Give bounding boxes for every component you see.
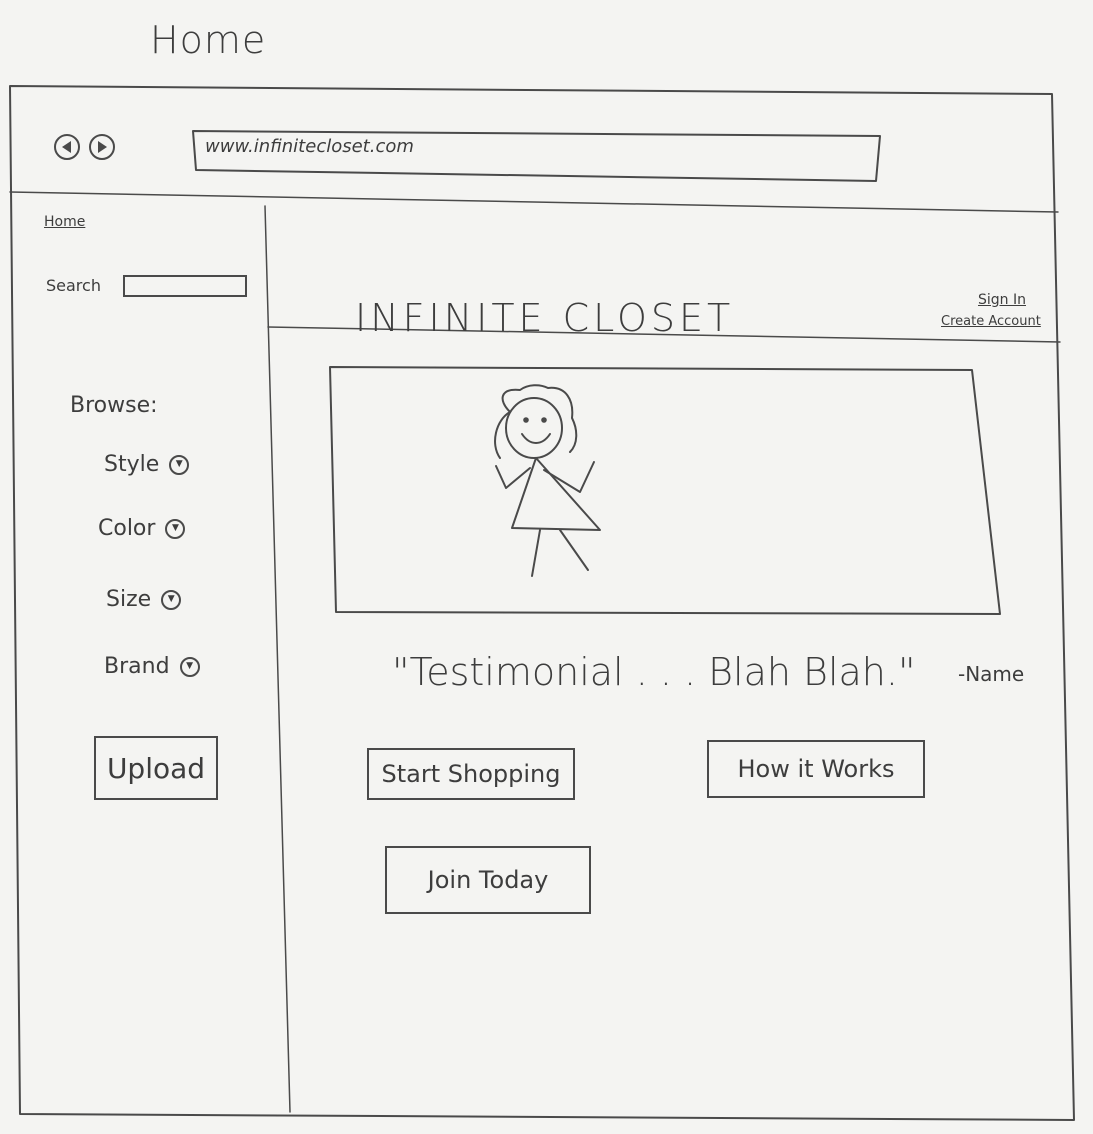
join-today-button[interactable]: Join Today	[385, 846, 591, 914]
search-input[interactable]	[123, 275, 247, 297]
dropdown-arrow-icon[interactable]: ▼	[165, 518, 186, 539]
filter-label: Size	[106, 587, 152, 612]
site-logo[interactable]: INFINITE CLOSET	[355, 296, 734, 340]
back-arrow-icon	[54, 134, 80, 160]
upload-button[interactable]: Upload	[94, 736, 218, 800]
filter-brand[interactable]: Brand ▼	[104, 654, 200, 679]
filter-color[interactable]: Color ▼	[98, 516, 186, 541]
url-bar[interactable]: www.infinitecloset.com	[205, 136, 414, 157]
start-shopping-button[interactable]: Start Shopping	[367, 748, 575, 800]
search-label: Search	[46, 276, 101, 295]
nav-home-link[interactable]: Home	[44, 214, 85, 230]
create-account-link[interactable]: Create Account	[941, 314, 1041, 329]
how-it-works-button[interactable]: How it Works	[707, 740, 925, 798]
filter-size[interactable]: Size ▼	[106, 587, 182, 612]
page-title: Home	[150, 18, 267, 62]
testimonial-text: "Testimonial . . . Blah Blah."	[392, 650, 916, 694]
filter-label: Style	[104, 452, 160, 477]
back-button[interactable]	[53, 133, 81, 161]
sign-in-link[interactable]: Sign In	[978, 292, 1026, 308]
dropdown-arrow-icon[interactable]: ▼	[179, 656, 200, 677]
forward-button[interactable]	[88, 133, 116, 161]
hero-image	[494, 384, 601, 577]
testimonial-name: -Name	[958, 662, 1025, 686]
forward-arrow-icon	[89, 134, 115, 160]
filter-label: Color	[98, 516, 156, 541]
filter-style[interactable]: Style ▼	[104, 452, 190, 477]
dropdown-arrow-icon[interactable]: ▼	[161, 589, 182, 610]
browse-label: Browse:	[70, 393, 158, 418]
dropdown-arrow-icon[interactable]: ▼	[169, 454, 190, 475]
filter-label: Brand	[104, 654, 170, 679]
